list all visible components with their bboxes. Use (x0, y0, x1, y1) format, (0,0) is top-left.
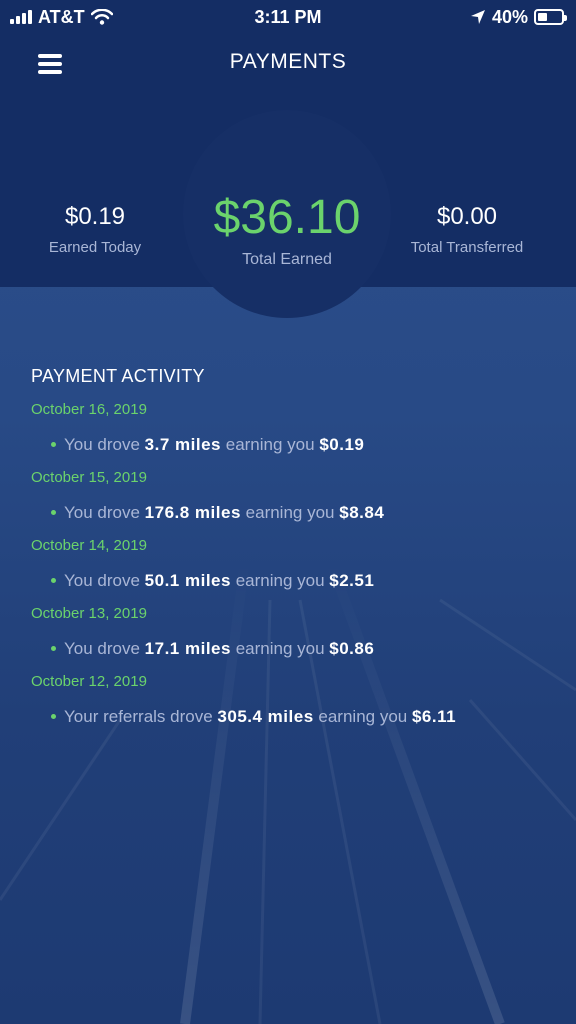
entry-amount: $8.84 (339, 503, 385, 522)
payment-activity-section: PAYMENT ACTIVITY October 16, 2019 You dr… (31, 366, 551, 727)
total-transferred-stat: $0.00 Total Transferred (400, 203, 534, 256)
entry-miles: 176.8 miles (144, 503, 241, 522)
total-earned-value: $36.10 (213, 191, 361, 244)
activity-date: October 15, 2019 (31, 469, 147, 486)
entry-miles: 3.7 miles (144, 435, 221, 454)
entry-mid: earning you (235, 639, 325, 658)
entry-mid: earning you (318, 707, 408, 726)
total-transferred-label: Total Transferred (410, 239, 524, 256)
activity-day: October 15, 2019 You drove 176.8 miles e… (31, 469, 551, 523)
entry-prefix: You drove (64, 639, 140, 658)
earned-today-value: $0.19 (64, 203, 126, 230)
entry-amount: $0.19 (319, 435, 365, 454)
activity-entry: You drove 176.8 miles earning you $8.84 (51, 503, 551, 523)
activity-day: October 13, 2019 You drove 17.1 miles ea… (31, 605, 551, 659)
wifi-icon (90, 9, 113, 25)
entry-miles: 17.1 miles (144, 639, 231, 658)
entry-amount: $2.51 (329, 571, 375, 590)
activity-date: October 16, 2019 (31, 401, 147, 418)
entry-miles: 305.4 miles (217, 707, 314, 726)
bullet-icon (51, 646, 56, 651)
entry-prefix: You drove (64, 503, 140, 522)
battery-icon (534, 9, 567, 25)
total-earned-label: Total Earned (242, 251, 332, 268)
activity-entry: Your referrals drove 305.4 miles earning… (51, 707, 551, 727)
cellular-signal-icon (10, 10, 32, 24)
entry-prefix: You drove (64, 571, 140, 590)
activity-date: October 14, 2019 (31, 537, 147, 554)
battery-percent: 40% (491, 6, 528, 27)
entry-prefix: Your referrals drove (64, 707, 213, 726)
entry-mid: earning you (245, 503, 335, 522)
location-arrow-icon (470, 10, 485, 24)
entry-mid: earning you (235, 571, 325, 590)
total-earned-stat: $36.10 Total Earned (183, 190, 391, 269)
bullet-icon (51, 578, 56, 583)
battery-level (538, 13, 547, 21)
earned-today-label: Earned Today (48, 239, 142, 256)
activity-day: October 16, 2019 You drove 3.7 miles ear… (31, 401, 551, 455)
carrier-label: AT&T (38, 6, 85, 27)
entry-mid: earning you (225, 435, 315, 454)
activity-date: October 13, 2019 (31, 605, 147, 622)
activity-day: October 14, 2019 You drove 50.1 miles ea… (31, 537, 551, 591)
activity-day: October 12, 2019 Your referrals drove 30… (31, 673, 551, 727)
activity-entry: You drove 50.1 miles earning you $2.51 (51, 571, 551, 591)
activity-entry: You drove 17.1 miles earning you $0.86 (51, 639, 551, 659)
bullet-icon (51, 510, 56, 515)
bullet-icon (51, 714, 56, 719)
entry-prefix: You drove (64, 435, 140, 454)
bullet-icon (51, 442, 56, 447)
earned-today-stat: $0.19 Earned Today (30, 203, 160, 256)
status-bar: AT&T 3:11 PM 40% (0, 0, 576, 34)
payment-activity-title: PAYMENT ACTIVITY (31, 366, 205, 386)
page-title: PAYMENTS (229, 50, 347, 73)
entry-miles: 50.1 miles (144, 571, 231, 590)
entry-amount: $6.11 (411, 707, 457, 726)
entry-amount: $0.86 (329, 639, 375, 658)
total-transferred-value: $0.00 (436, 203, 498, 230)
activity-entry: You drove 3.7 miles earning you $0.19 (51, 435, 551, 455)
activity-date: October 12, 2019 (31, 673, 147, 690)
